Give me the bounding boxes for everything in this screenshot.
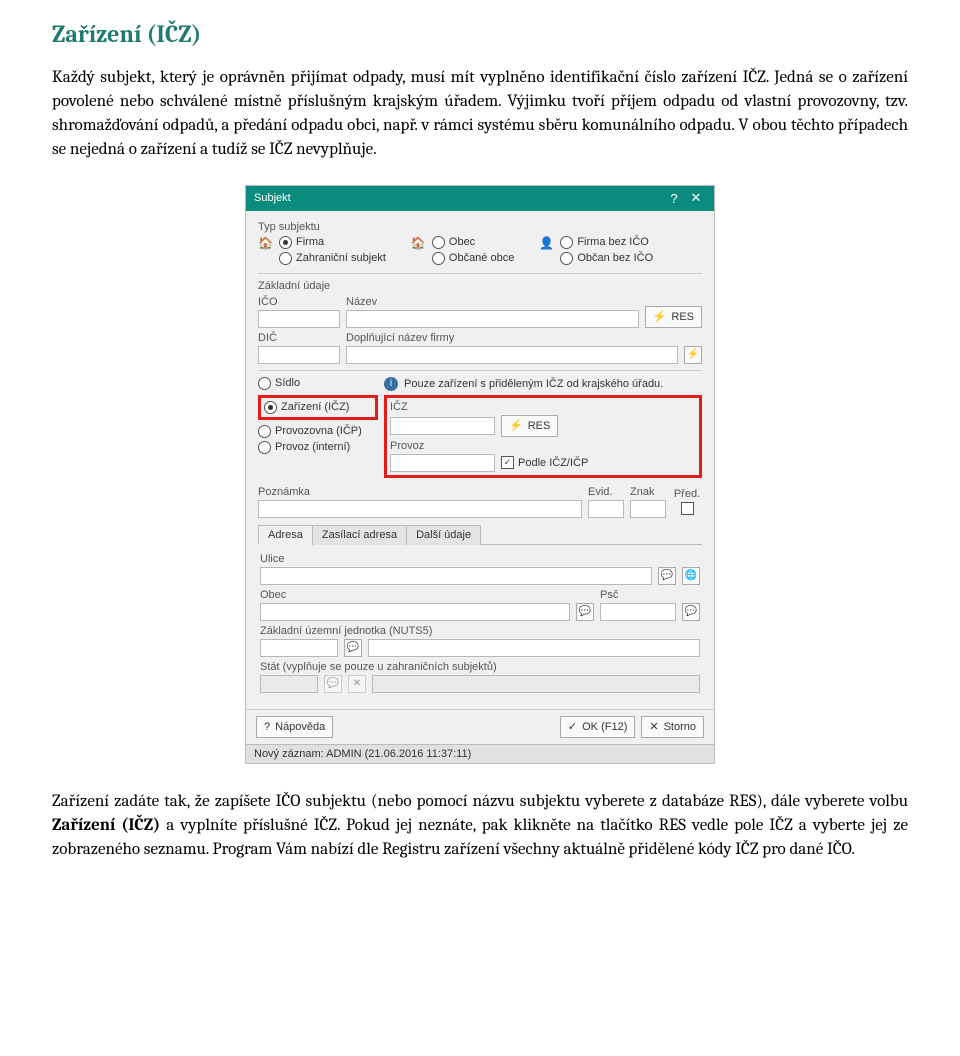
nuts-code-input[interactable] — [260, 639, 338, 657]
provoz-input[interactable] — [390, 454, 495, 472]
close-button[interactable]: ✕ — [686, 188, 706, 208]
radio-sidlo[interactable]: Sídlo — [258, 377, 378, 390]
dic-input[interactable] — [258, 346, 340, 364]
info-text: Pouze zařízení s přiděleným IČZ od krajs… — [404, 378, 663, 390]
info-icon: i — [384, 377, 398, 391]
bolt-icon[interactable]: ⚡ — [684, 346, 702, 364]
cancel-icon: ✕ — [649, 720, 658, 733]
zakladni-udaje-label: Základní údaje — [258, 280, 702, 292]
typ-subjektu-label: Typ subjektu — [258, 221, 702, 233]
evid-input[interactable] — [588, 500, 624, 518]
dopl-input[interactable] — [346, 346, 678, 364]
icz-input[interactable] — [390, 417, 495, 435]
help-icon: ? — [264, 721, 270, 733]
stat-name-input[interactable] — [372, 675, 700, 693]
chat-icon[interactable]: 💬 — [344, 639, 362, 657]
nuts-label: Základní územní jednotka (NUTS5) — [260, 625, 700, 637]
poznamka-input[interactable] — [258, 500, 582, 518]
ico-label: IČO — [258, 296, 340, 308]
evid-label: Evid. — [588, 486, 624, 498]
chat-icon[interactable]: 💬 — [576, 603, 594, 621]
tab-zasilaci[interactable]: Zasílací adresa — [312, 525, 407, 545]
titlebar: Subjekt ? ✕ — [246, 186, 714, 211]
nazev-input[interactable] — [346, 310, 639, 328]
radio-provoz-interni[interactable]: Provoz (interní) — [258, 441, 378, 454]
znak-input[interactable] — [630, 500, 666, 518]
psc-input[interactable] — [600, 603, 676, 621]
ulice-label: Ulice — [260, 553, 700, 565]
dopl-label: Doplňující název firmy — [346, 332, 702, 344]
nuts-name-input[interactable] — [368, 639, 700, 657]
radio-obec[interactable]: Obec — [432, 236, 514, 249]
subjekt-window: Subjekt ? ✕ Typ subjektu 🏠 Firma Zahrani… — [245, 185, 715, 764]
tab-adresa[interactable]: Adresa — [258, 525, 313, 545]
help-button[interactable]: ? — [664, 188, 684, 208]
bolt-icon: ⚡ — [509, 419, 523, 432]
chat-icon[interactable]: 💬 — [658, 567, 676, 585]
res-button-1[interactable]: ⚡RES — [645, 306, 702, 328]
page-heading: Zařízení (IČZ) — [52, 20, 908, 48]
obec-label: Obec — [260, 589, 594, 601]
radio-obcan-bez-ico[interactable]: Občan bez IČO — [560, 252, 653, 265]
obec-input[interactable] — [260, 603, 570, 621]
window-title: Subjekt — [254, 192, 662, 204]
pred-checkbox[interactable] — [681, 502, 694, 515]
nazev-label: Název — [346, 296, 639, 308]
checkbox-podle-icz-icp[interactable]: Podle IČZ/IČP — [501, 456, 588, 469]
icz-label: IČZ — [390, 401, 696, 413]
clear-icon[interactable]: ✕ — [348, 675, 366, 693]
ico-input[interactable] — [258, 310, 340, 328]
psc-label: Psč — [600, 589, 700, 601]
radio-firma-bez-ico[interactable]: Firma bez IČO — [560, 236, 653, 249]
chat-icon[interactable]: 💬 — [324, 675, 342, 693]
house-icon: 🏠 — [258, 236, 273, 251]
provoz-label: Provoz — [390, 440, 696, 452]
radio-zarizeni-icz[interactable]: Zařízení (IČZ) — [264, 401, 372, 414]
stat-label: Stát (vyplňuje se pouze u zahraničních s… — [260, 661, 700, 673]
pred-label: Před. — [672, 488, 702, 500]
poznamka-label: Poznámka — [258, 486, 582, 498]
paragraph-1: Každý subjekt, který je oprávněn přijíma… — [52, 66, 908, 163]
res-button-2[interactable]: ⚡RES — [501, 415, 558, 437]
radio-zahranicni[interactable]: Zahraniční subjekt — [279, 252, 386, 265]
check-icon: ✓ — [568, 720, 577, 733]
paragraph-2: Zařízení zadáte tak, že zapíšete IČO sub… — [52, 790, 908, 862]
stat-code-input[interactable] — [260, 675, 318, 693]
ulice-input[interactable] — [260, 567, 652, 585]
tab-dalsi[interactable]: Další údaje — [406, 525, 481, 545]
chat-icon[interactable]: 💬 — [682, 603, 700, 621]
bolt-icon: ⚡ — [653, 310, 667, 323]
napoveda-button[interactable]: ?Nápověda — [256, 716, 333, 738]
radio-obcane[interactable]: Občané obce — [432, 252, 514, 265]
radio-provozovna-icp[interactable]: Provozovna (IČP) — [258, 425, 378, 438]
status-bar: Nový záznam: ADMIN (21.06.2016 11:37:11) — [246, 744, 714, 763]
znak-label: Znak — [630, 486, 666, 498]
storno-button[interactable]: ✕Storno — [641, 716, 704, 738]
person-icon: 👤 — [539, 236, 554, 251]
house-icon: 🏠 — [411, 236, 426, 251]
globe-icon[interactable]: 🌐 — [682, 567, 700, 585]
dic-label: DIČ — [258, 332, 340, 344]
radio-firma[interactable]: Firma — [279, 236, 386, 249]
ok-button[interactable]: ✓OK (F12) — [560, 716, 635, 738]
